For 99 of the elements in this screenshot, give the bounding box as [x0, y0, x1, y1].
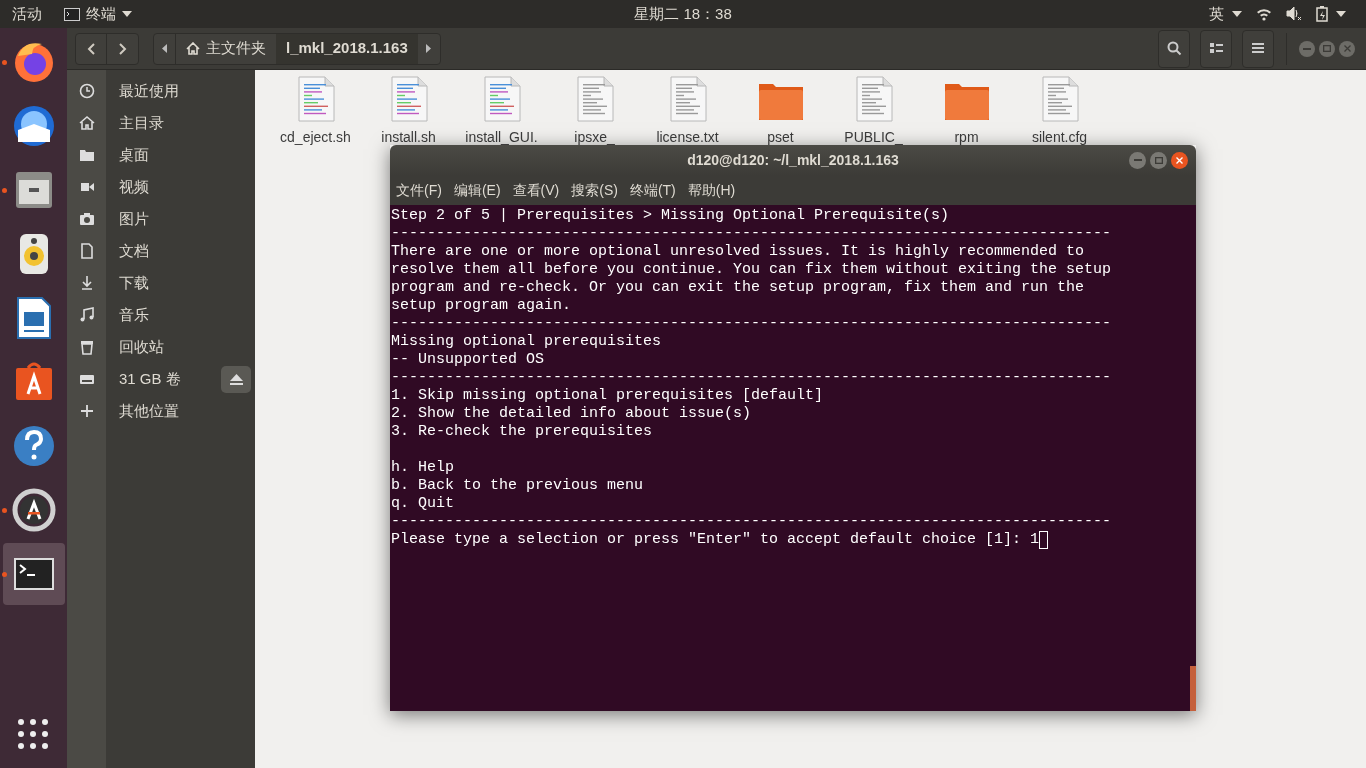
script-file-icon	[481, 76, 522, 122]
caret-icon	[122, 11, 132, 17]
terminal-line: program and re-check. Or you can exit the setup program, fix them and run the	[391, 279, 1085, 297]
text-cursor	[1039, 531, 1049, 549]
terminal-line: Please type a selection or press "Enter" to accept default choice [1]: 1	[391, 531, 1040, 549]
menu-button[interactable]	[1242, 29, 1274, 68]
menu-icon	[1250, 41, 1266, 56]
left-arrow-icon	[162, 44, 167, 53]
app-menu[interactable]: 终端	[64, 2, 132, 26]
close-icon	[1343, 45, 1351, 52]
terminal-line: --------------------------------------------------------------------------------	[391, 513, 1112, 531]
sidebar-item[interactable]: 其他位置	[67, 395, 255, 427]
sidebar-item[interactable]: 下载	[67, 267, 255, 299]
sidebar-item[interactable]: 桌面	[67, 139, 255, 171]
text-file-icon	[853, 76, 894, 122]
menu-item[interactable]: 查看(V)	[512, 179, 560, 201]
eject-button[interactable]	[221, 365, 251, 393]
file-name[interactable]: pset	[767, 127, 794, 148]
folder-icon	[78, 147, 95, 163]
terminal-line: --------------------------------------------------------------------------------	[391, 369, 1112, 387]
script-file-icon	[388, 76, 429, 122]
terminal-line: b. Back to the previous menu	[391, 477, 644, 495]
forward-icon	[118, 42, 127, 55]
camera-icon	[78, 211, 95, 227]
sidebar-item[interactable]: 音乐	[67, 299, 255, 331]
menu-item[interactable]: 帮助(H)	[687, 179, 736, 201]
activities-button[interactable]: 活动	[12, 2, 42, 26]
sidebar-item[interactable]: 图片	[67, 203, 255, 235]
document-icon	[78, 243, 95, 259]
terminal-line: --------------------------------------------------------------------------------	[391, 225, 1112, 243]
volume-muted-icon[interactable]	[1286, 6, 1302, 22]
sidebar-item[interactable]: 最近使用	[67, 75, 255, 107]
terminal-line: h. Help	[391, 459, 454, 477]
path-segment[interactable]: l_mkl_2018.1.163	[276, 33, 418, 64]
terminal-line: --------------------------------------------------------------------------------	[391, 315, 1112, 333]
maximize-icon	[1154, 156, 1163, 164]
close-icon	[1176, 156, 1183, 164]
terminal-line: Missing optional prerequisites	[391, 333, 662, 351]
terminal-line: setup program again.	[391, 297, 572, 315]
menu-item[interactable]: 文件(F)	[396, 179, 442, 201]
menu-item[interactable]: 搜索(S)	[571, 179, 618, 201]
terminal-line: Step 2 of 5 | Prerequisites > Missing Optional Prerequisite(s)	[391, 207, 950, 225]
input-method-menu[interactable]: 英	[1209, 2, 1242, 26]
file-name[interactable]: rpm	[954, 127, 979, 148]
view-button[interactable]	[1200, 29, 1232, 68]
sidebar-item[interactable]: 31 GB 卷	[67, 363, 255, 395]
trash-icon	[78, 339, 95, 355]
sidebar-item[interactable]: 回收站	[67, 331, 255, 363]
maximize-icon	[1323, 45, 1331, 52]
sidebar-item[interactable]: 主目录	[67, 107, 255, 139]
file-name[interactable]: PUBLIC_	[844, 127, 903, 148]
path-segment[interactable]: 主文件夹	[176, 33, 276, 64]
menu-item[interactable]: 编辑(E)	[453, 179, 501, 201]
text-file-icon	[667, 76, 708, 122]
text-file-icon	[574, 76, 615, 122]
home-icon	[78, 115, 95, 131]
minimize-button[interactable]	[1129, 151, 1146, 169]
terminal-line: resolve them all before you continue. You can fix them without exiting the setup	[391, 261, 1112, 279]
scrollbar-thumb[interactable]	[1190, 666, 1196, 711]
system-menu[interactable]	[1316, 6, 1346, 22]
script-file-icon	[295, 76, 336, 122]
menu-item[interactable]: 终端(T)	[629, 179, 676, 201]
terminal-line: q. Quit	[391, 495, 454, 513]
terminal-line: 3. Re-check the prerequisites	[391, 423, 653, 441]
file-name[interactable]: cd_eject.sh	[280, 127, 351, 148]
file-name[interactable]: ipsxe_	[574, 127, 615, 148]
clock[interactable]: 星期二 18：38	[634, 2, 732, 26]
sidebar-item[interactable]: 文档	[67, 235, 255, 267]
clock-icon	[78, 83, 95, 99]
text-file-icon	[1039, 76, 1080, 122]
file-name[interactable]: install.sh	[381, 127, 436, 148]
plus-icon	[78, 403, 95, 419]
caret-icon	[1232, 11, 1242, 17]
window-title: d120@d120: ~/l_mkl_2018.1.163	[687, 150, 899, 170]
battery-icon	[1316, 6, 1328, 22]
terminal-icon	[64, 7, 80, 21]
terminal-line: There are one or more optional unresolved issues. It is highly recommended to	[391, 243, 1085, 261]
music-note-icon	[78, 307, 95, 323]
minimize-icon	[1133, 159, 1142, 161]
wifi-icon[interactable]	[1256, 7, 1272, 21]
close-button[interactable]	[1171, 151, 1188, 169]
minimize-icon	[1303, 47, 1311, 50]
terminal-line: 2. Show the detailed info about issue(s)	[391, 405, 752, 423]
home-icon	[186, 42, 200, 55]
eject-icon	[229, 373, 243, 385]
dock-item[interactable]	[2, 543, 65, 605]
search-button[interactable]	[1158, 29, 1190, 68]
right-arrow-icon	[426, 44, 432, 53]
sidebar-item[interactable]: 视频	[67, 171, 255, 203]
file-name[interactable]: install_GUI.	[465, 127, 538, 148]
app-grid-icon[interactable]	[17, 718, 49, 750]
terminal-line: -- Unsupported OS	[391, 351, 545, 369]
back-icon	[87, 42, 95, 55]
list-view-icon	[1208, 41, 1224, 56]
file-name[interactable]: license.txt	[656, 127, 719, 148]
file-name[interactable]: silent.cfg	[1031, 127, 1088, 148]
search-icon	[1166, 41, 1182, 56]
terminal-line: 1. Skip missing optional prerequisites [default]	[391, 387, 824, 405]
caret-icon	[1336, 11, 1346, 17]
